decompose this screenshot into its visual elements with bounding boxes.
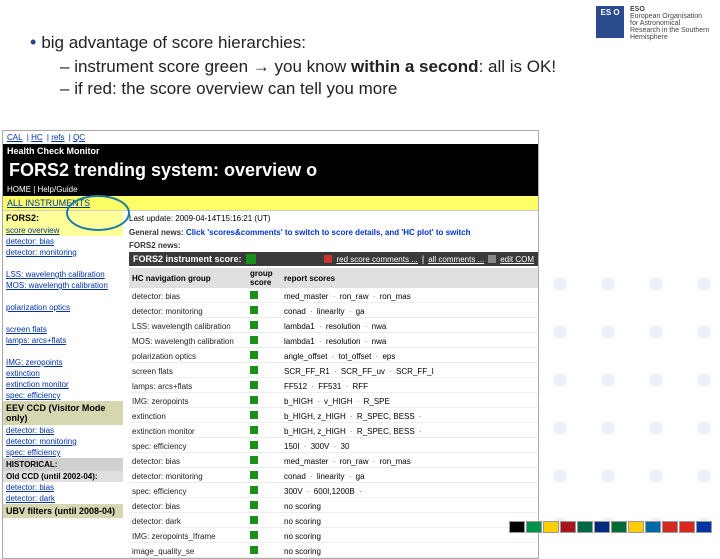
sidebar-eev-header: EEV CCD (Visitor Mode only)	[3, 401, 123, 425]
table-row: lamps: arcs+flatsFF512 · FF531 · RFF	[129, 380, 538, 393]
last-update: Last update: 2009-04-14T15:16:21 (UT)	[129, 211, 538, 226]
sidebar-item[interactable]: spec: efficiency	[6, 448, 61, 457]
sidebar-score-overview[interactable]: score overview	[6, 226, 59, 235]
sidebar-item[interactable]: MOS: wavelength calibration	[6, 281, 108, 290]
sidebar-item[interactable]: screen flats	[6, 325, 47, 334]
score-green-icon	[246, 254, 256, 264]
table-row: LSS: wavelength calibrationlambda1 · res…	[129, 320, 538, 333]
sidebar-item[interactable]: detector: dark	[6, 494, 55, 503]
sidebar-item[interactable]: detector: monitoring	[6, 437, 77, 446]
eso-logo: ES O ESO European Organisation for Astro…	[596, 6, 710, 41]
sidebar-item[interactable]: extinction monitor	[6, 380, 69, 389]
sidebar: FORS2: score overview detector: bias dete…	[3, 211, 123, 558]
table-row: extinctionb_HIGH, z_HIGH · R_SPEC, BESS …	[129, 410, 538, 423]
sidebar-item[interactable]: detector: bias	[6, 426, 54, 435]
table-row: image_quality_seno scoring	[129, 545, 538, 558]
arrow-icon: →	[253, 57, 270, 76]
screenshot-panel: CAL | HC | refs | QC Health Check Monito…	[2, 130, 539, 559]
sidebar-item[interactable]: extinction	[6, 369, 40, 378]
table-row: polarization opticsangle_offset · tot_of…	[129, 350, 538, 363]
table-row: spec: efficiency150I · 300V · 30	[129, 440, 538, 453]
table-row: detector: darkno scoring	[129, 515, 538, 528]
table-row: IMG: zeropoints_Iframeno scoring	[129, 530, 538, 543]
top-breadcrumb: CAL | HC | refs | QC	[3, 131, 538, 144]
link-red-comments[interactable]: red score comments ...	[336, 255, 417, 264]
table-row: screen flatsSCR_FF_R1 · SCR_FF_uv · SCR_…	[129, 365, 538, 378]
link-all-comments[interactable]: all comments ...	[428, 255, 484, 264]
bullet-l2b: if red: the score overview can tell you …	[60, 79, 556, 99]
logo-badge: ES O	[596, 6, 624, 38]
sidebar-item[interactable]: detector: monitoring	[6, 248, 77, 257]
link-qc[interactable]: QC	[73, 133, 85, 142]
sidebar-item[interactable]: lamps: arcs+flats	[6, 336, 66, 345]
sidebar-item[interactable]: LSS: wavelength calibration	[6, 270, 105, 279]
link-all-instruments[interactable]: ALL INSTRUMENTS	[7, 198, 90, 208]
edit-icon	[488, 255, 496, 263]
sidebar-historical: HISTORICAL:	[3, 458, 123, 471]
table-row: detector: biasmed_master · ron_raw · ron…	[129, 455, 538, 468]
general-news: General news: Click 'scores&comments' to…	[129, 226, 538, 239]
sidebar-item[interactable]: IMG: zeropoints	[6, 358, 62, 367]
sidebar-item[interactable]: spec: efficiency	[6, 391, 61, 400]
table-row: MOS: wavelength calibrationlambda1 · res…	[129, 335, 538, 348]
flag-strip	[508, 521, 712, 536]
table-row: extinction monitorb_HIGH, z_HIGH · R_SPE…	[129, 425, 538, 438]
link-refs[interactable]: refs	[51, 133, 64, 142]
bullet-l1: big advantage of score hierarchies:	[30, 32, 556, 53]
hc-title: Health Check Monitor	[7, 146, 100, 156]
table-row: detector: biasmed_master · ron_raw · ron…	[129, 290, 538, 303]
bullet-l2a: instrument score green → you know within…	[60, 57, 556, 77]
sidebar-oldccd: Old CCD (until 2002-04):	[3, 471, 123, 482]
link-edit-com[interactable]: edit COM	[500, 255, 534, 264]
table-row: detector: biasno scoring	[129, 500, 538, 513]
sidebar-item[interactable]: detector: bias	[6, 237, 54, 246]
link-cal[interactable]: CAL	[7, 133, 23, 142]
fors2-news: FORS2 news:	[129, 239, 538, 252]
sidebar-item[interactable]: detector: bias	[6, 483, 54, 492]
table-header: HC navigation group group score report s…	[129, 268, 538, 288]
link-hc[interactable]: HC	[31, 133, 43, 142]
table-row: detector: monitoringconad · linearity · …	[129, 305, 538, 318]
sidebar-item[interactable]: polarization optics	[6, 303, 70, 312]
page-title: FORS2 trending system: overview o	[3, 158, 538, 183]
table-row: spec: efficiency300V · 600I,1200B ·	[129, 485, 538, 498]
instrument-score-bar: FORS2 instrument score: red score commen…	[129, 252, 538, 266]
sidebar-fors2-header: FORS2:	[3, 211, 123, 225]
home-links[interactable]: HOME | Help/Guide	[3, 183, 538, 196]
bullet-list: big advantage of score hierarchies: inst…	[30, 32, 556, 101]
table-row: IMG: zeropointsb_HIGH · v_HIGH · R_SPE	[129, 395, 538, 408]
table-row: detector: monitoringconad · linearity · …	[129, 470, 538, 483]
sidebar-ubv: UBV filters (until 2008-04)	[3, 504, 123, 518]
score-red-icon	[324, 255, 332, 263]
